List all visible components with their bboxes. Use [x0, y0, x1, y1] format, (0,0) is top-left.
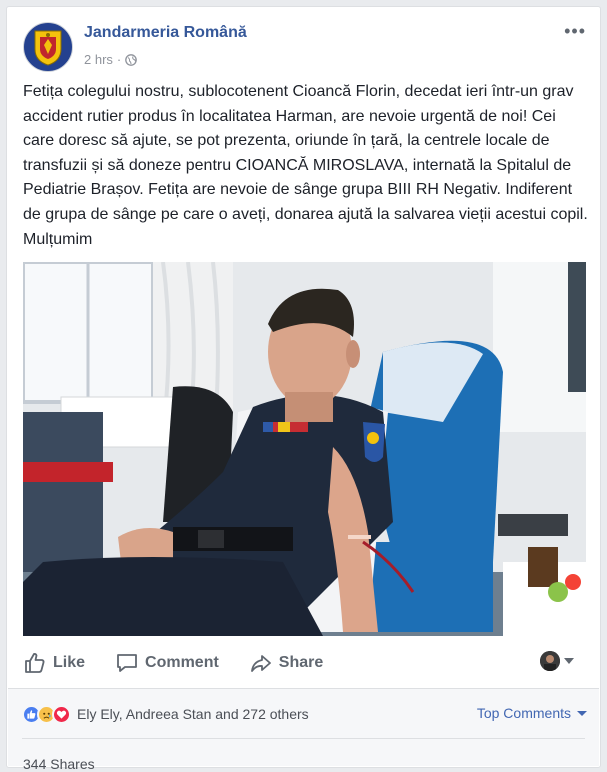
blood-donation-photo — [23, 262, 586, 636]
share-arrow-icon — [250, 655, 271, 672]
love-reaction-icon — [52, 704, 71, 724]
share-label: Share — [278, 654, 324, 671]
like-button[interactable]: Like — [23, 651, 85, 675]
post-photo[interactable] — [23, 262, 586, 636]
post-actions-bar: Like Comment Share — [23, 647, 586, 679]
post-card: Jandarmeria Română 2 hrs · ••• Fetița co… — [6, 6, 601, 772]
page-name-link[interactable]: Jandarmeria Română — [84, 24, 247, 42]
top-comments-dropdown[interactable]: Top Comments — [477, 705, 587, 721]
post-meta: 2 hrs · — [84, 52, 138, 67]
chevron-down-icon — [577, 710, 587, 716]
footer-divider — [22, 738, 585, 739]
post-timestamp[interactable]: 2 hrs — [84, 52, 113, 67]
coat-of-arms-icon — [34, 30, 62, 66]
share-button[interactable]: Share — [249, 651, 323, 675]
thumbs-up-icon — [25, 653, 45, 673]
post-as-selector[interactable] — [540, 651, 574, 671]
page-avatar[interactable] — [23, 22, 73, 72]
reactions-row: Ely Ely, Andreea Stan and 272 others Top… — [22, 703, 587, 725]
comment-button[interactable]: Comment — [115, 651, 219, 675]
globe-icon[interactable] — [125, 53, 138, 66]
comment-label: Comment — [145, 654, 219, 671]
post-text: Fetița colegului nostru, sublocotenent C… — [23, 83, 588, 248]
meta-separator: · — [116, 52, 122, 67]
chevron-down-icon — [564, 658, 574, 664]
top-comments-label: Top Comments — [476, 705, 571, 721]
reactors-summary[interactable]: Ely Ely, Andreea Stan and 272 others — [77, 706, 309, 722]
post-footer: Ely Ely, Andreea Stan and 272 others Top… — [8, 688, 599, 772]
post-options-button[interactable]: ••• — [564, 22, 586, 40]
user-photo-icon — [540, 651, 560, 671]
viewer-avatar — [540, 651, 560, 671]
shares-count[interactable]: 344 Shares — [23, 756, 95, 772]
comment-bubble-icon — [117, 654, 137, 672]
like-label: Like — [53, 654, 86, 671]
reaction-icons[interactable] — [22, 704, 71, 724]
